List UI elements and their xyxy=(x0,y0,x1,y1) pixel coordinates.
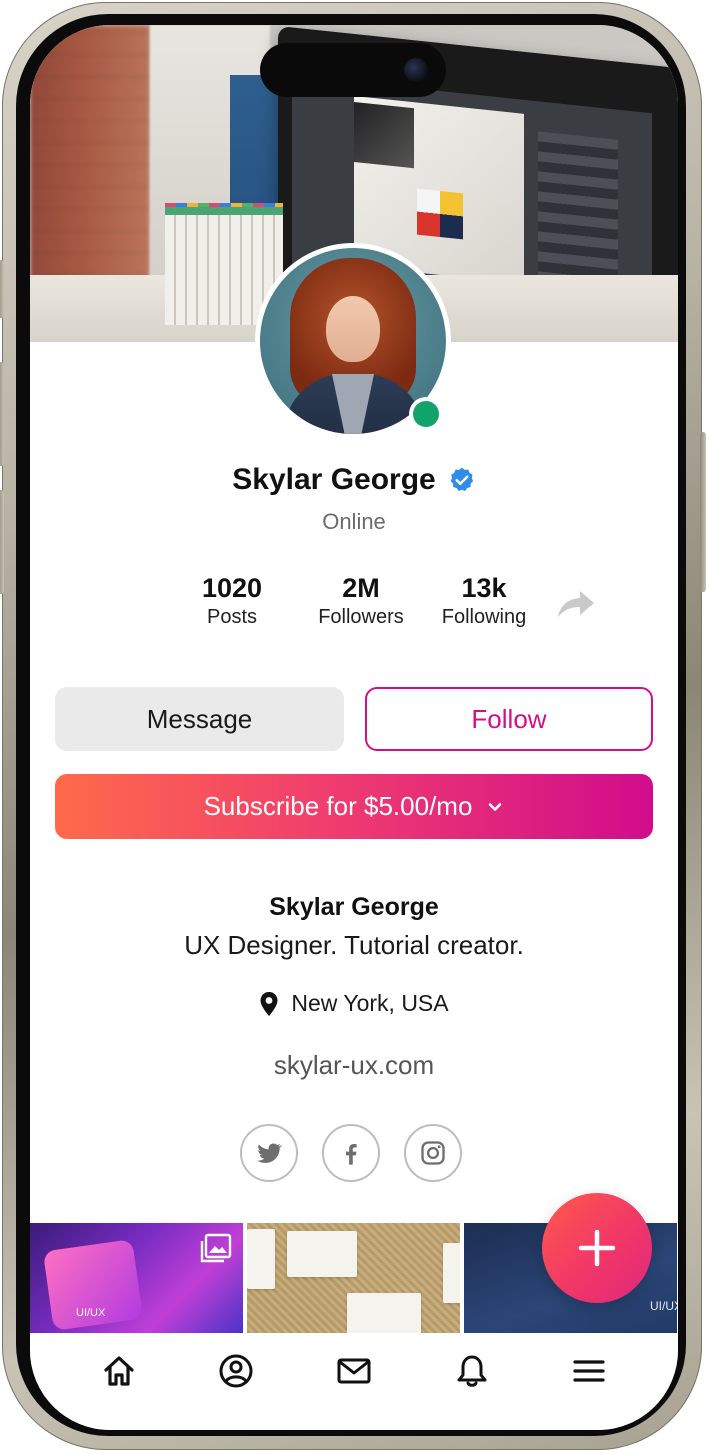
stat-value: 13k xyxy=(461,573,507,603)
bell-icon xyxy=(457,1355,487,1387)
nav-messages[interactable] xyxy=(324,1333,384,1409)
dynamic-island xyxy=(260,43,446,97)
nav-notifications[interactable] xyxy=(442,1333,502,1409)
avatar-face xyxy=(326,296,380,362)
stat-following[interactable]: 13k Following xyxy=(428,572,540,630)
side-button xyxy=(0,362,4,466)
cover-swatches xyxy=(538,131,618,290)
front-camera xyxy=(404,58,428,82)
stat-posts[interactable]: 1020 Posts xyxy=(184,572,280,630)
twitter-icon xyxy=(257,1143,283,1163)
nav-home[interactable] xyxy=(89,1333,149,1409)
stat-label: Followers xyxy=(318,606,404,628)
screen: Skylar George Online 1020 Posts 2M Follo… xyxy=(30,25,678,1430)
cover-art-shape xyxy=(417,188,463,240)
plus-icon xyxy=(578,1229,616,1267)
thumb-sketch xyxy=(443,1243,460,1303)
follow-button[interactable]: Follow xyxy=(365,687,653,751)
thumb-sketch xyxy=(287,1231,357,1277)
stat-label: Posts xyxy=(206,606,258,628)
bottom-navigation xyxy=(30,1333,678,1430)
side-button xyxy=(0,490,4,594)
image-gallery-icon xyxy=(200,1233,232,1263)
facebook-button[interactable] xyxy=(322,1124,380,1182)
thumb-sketch xyxy=(347,1293,421,1333)
profile-icon xyxy=(219,1354,253,1388)
gallery-thumb[interactable] xyxy=(247,1223,460,1333)
create-post-button[interactable] xyxy=(542,1193,652,1303)
menu-icon xyxy=(573,1360,605,1382)
location-row: New York, USA xyxy=(30,990,678,1017)
instagram-button[interactable] xyxy=(404,1124,462,1182)
facebook-icon xyxy=(345,1144,357,1165)
verified-badge-icon xyxy=(448,466,476,494)
avatar[interactable] xyxy=(255,243,451,439)
stat-label: Following xyxy=(441,606,527,628)
nav-menu[interactable] xyxy=(559,1333,619,1409)
thumb-sketch xyxy=(247,1229,275,1289)
bio-name: Skylar George xyxy=(269,893,439,921)
stat-value: 1020 xyxy=(201,573,263,603)
online-status-dot xyxy=(413,401,439,427)
thumb-label: UI/UX xyxy=(76,1307,106,1319)
gallery-thumb[interactable]: UI/UX xyxy=(30,1223,243,1333)
chevron-down-icon xyxy=(489,802,502,811)
share-icon[interactable] xyxy=(556,589,596,619)
side-button xyxy=(0,260,4,318)
stat-followers[interactable]: 2M Followers xyxy=(300,572,422,630)
profile-name: Skylar George xyxy=(232,463,436,496)
subscribe-button[interactable]: Subscribe for $5.00/mo xyxy=(55,774,653,839)
name-row: Skylar George xyxy=(30,463,678,497)
message-button[interactable]: Message xyxy=(55,687,344,751)
location-pin-icon xyxy=(260,991,278,1016)
instagram-icon xyxy=(421,1141,445,1165)
mail-icon xyxy=(337,1358,371,1384)
home-icon xyxy=(104,1356,134,1386)
stats-row: 1020 Posts 2M Followers 13k Following xyxy=(184,572,540,630)
thumb-label: UI/UX xyxy=(650,1299,677,1313)
side-button xyxy=(700,432,706,592)
nav-profile[interactable] xyxy=(206,1333,266,1409)
cover-art-photo xyxy=(354,101,414,169)
location-text: New York, USA xyxy=(291,990,449,1016)
subscribe-label: Subscribe for $5.00/mo xyxy=(203,791,473,821)
twitter-button[interactable] xyxy=(240,1124,298,1182)
bio-description: UX Designer. Tutorial creator. xyxy=(184,930,524,960)
online-status-text: Online xyxy=(322,509,386,534)
stat-value: 2M xyxy=(342,573,380,603)
social-links xyxy=(240,1124,462,1182)
website-link[interactable]: skylar-ux.com xyxy=(30,1050,678,1081)
